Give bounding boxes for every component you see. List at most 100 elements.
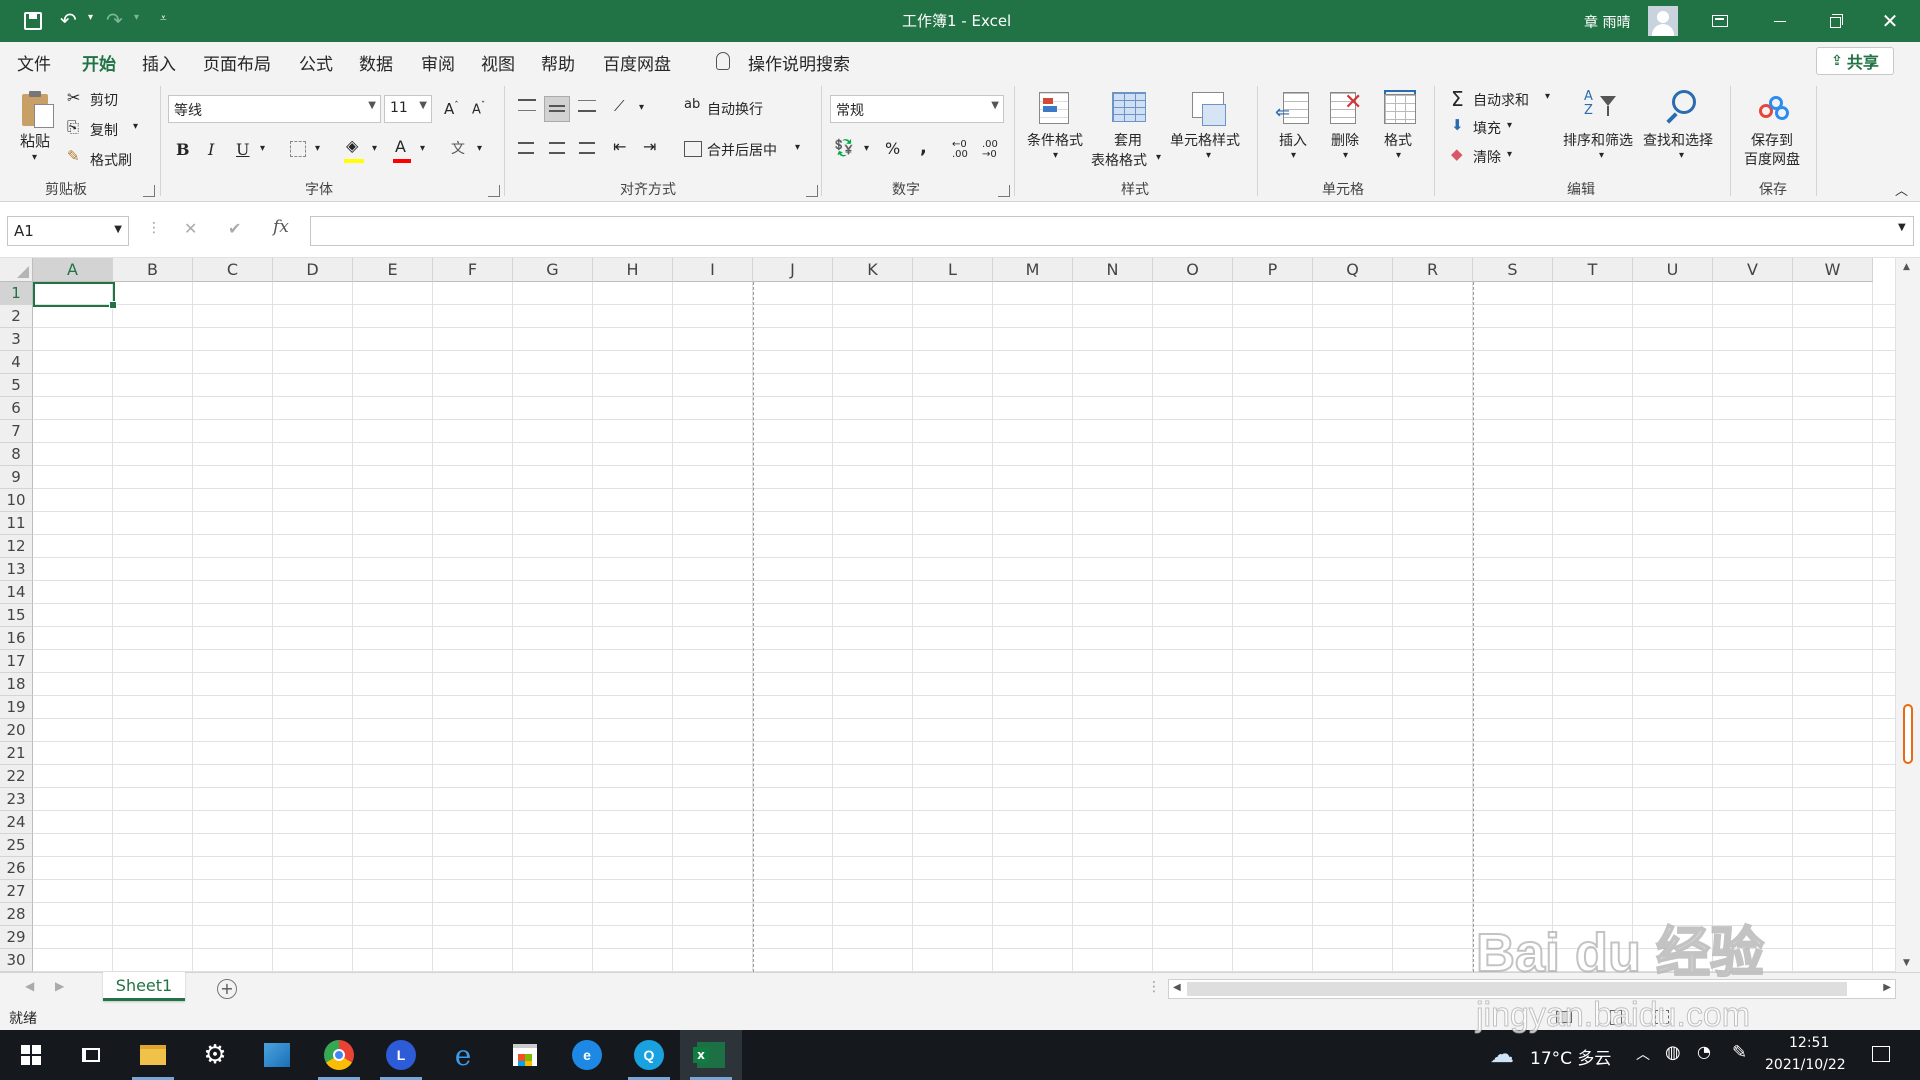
windows-start-icon[interactable] [0, 1030, 62, 1080]
cut-button[interactable]: 剪切 [90, 90, 118, 110]
currency-icon[interactable]: 💱 [834, 138, 854, 157]
horizontal-scrollbar[interactable]: ◀ ▶ [1168, 979, 1896, 999]
scroll-down-icon[interactable]: ▼ [1903, 958, 1910, 968]
row-header[interactable]: 30 [0, 949, 33, 972]
save-icon[interactable] [24, 12, 42, 30]
clear-dropdown-icon[interactable]: ▾ [1507, 149, 1512, 160]
fill-button[interactable]: 填充 [1473, 118, 1501, 138]
font-color-dropdown-icon[interactable]: ▾ [420, 143, 425, 154]
insert-cells-icon[interactable]: ⇐ [1275, 90, 1315, 130]
number-format-combo[interactable]: 常规 ▼ [830, 95, 1004, 123]
border-icon[interactable] [290, 141, 306, 157]
bold-button[interactable]: B [176, 140, 190, 159]
copy-button[interactable]: 复制 [90, 120, 118, 140]
sort-filter-icon[interactable]: AZ [1580, 90, 1620, 130]
column-header[interactable]: J [753, 258, 833, 282]
autosum-dropdown-icon[interactable]: ▾ [1545, 91, 1550, 102]
increase-decimal-icon[interactable]: ←0.00 [952, 140, 968, 160]
column-header[interactable]: P [1233, 258, 1313, 282]
delete-dropdown-icon[interactable]: ▾ [1343, 150, 1348, 161]
row-header[interactable]: 9 [0, 466, 33, 489]
column-header[interactable]: Q [1313, 258, 1393, 282]
align-top-icon[interactable] [518, 99, 536, 111]
find-select-button[interactable]: 查找和选择 [1643, 130, 1713, 150]
row-header[interactable]: 10 [0, 489, 33, 512]
format-as-table-line2[interactable]: 表格格式 [1091, 150, 1147, 170]
row-header[interactable]: 26 [0, 857, 33, 880]
name-box[interactable]: A1 ▼ [7, 216, 129, 246]
insert-dropdown-icon[interactable]: ▾ [1291, 150, 1296, 161]
user-name[interactable]: 章 雨晴 [1584, 12, 1630, 32]
photos-icon[interactable] [246, 1030, 308, 1080]
chrome-icon[interactable] [308, 1030, 370, 1080]
undo-dropdown-icon[interactable]: ▾ [88, 12, 93, 23]
scroll-thumb[interactable] [1903, 704, 1913, 764]
row-header[interactable]: 23 [0, 788, 33, 811]
autosum-button[interactable]: 自动求和 [1473, 90, 1529, 110]
row-header[interactable]: 28 [0, 903, 33, 926]
column-header[interactable]: I [673, 258, 753, 282]
tab-file[interactable]: 文件 [17, 50, 51, 75]
delete-cells-icon[interactable]: ✕ [1328, 90, 1368, 130]
minimize-icon[interactable] [1750, 0, 1810, 42]
row-header[interactable]: 3 [0, 328, 33, 351]
row-header[interactable]: 22 [0, 765, 33, 788]
merge-dropdown-icon[interactable]: ▾ [795, 142, 800, 153]
number-launcher-icon[interactable] [998, 185, 1010, 197]
cell-styles-icon[interactable] [1190, 90, 1230, 130]
underline-dropdown-icon[interactable]: ▾ [260, 143, 265, 154]
phonetic-dropdown-icon[interactable]: ▾ [477, 143, 482, 154]
cell-styles-button[interactable]: 单元格样式 [1170, 130, 1240, 150]
column-header[interactable]: B [113, 258, 193, 282]
column-header[interactable]: F [433, 258, 513, 282]
prev-sheet-icon[interactable]: ◀ [25, 979, 34, 993]
more-options-icon[interactable]: ⋮ [147, 220, 161, 236]
row-header[interactable]: 21 [0, 742, 33, 765]
fill-color-icon[interactable]: ◈ [346, 136, 358, 155]
column-header[interactable]: M [993, 258, 1073, 282]
decrease-indent-icon[interactable]: ⇤ [613, 137, 626, 156]
add-sheet-icon[interactable]: + [217, 979, 237, 999]
orientation-icon[interactable]: ⟋ [614, 97, 625, 115]
column-header[interactable]: V [1713, 258, 1793, 282]
notification-icon[interactable] [1872, 1046, 1890, 1062]
column-header[interactable]: W [1793, 258, 1873, 282]
column-header[interactable]: N [1073, 258, 1153, 282]
conditional-formatting-icon[interactable] [1037, 90, 1077, 130]
row-header[interactable]: 1 [0, 282, 33, 305]
scroll-thumb[interactable] [1187, 982, 1847, 996]
select-all-corner[interactable] [0, 258, 33, 282]
row-header[interactable]: 7 [0, 420, 33, 443]
column-header[interactable]: O [1153, 258, 1233, 282]
row-header[interactable]: 12 [0, 535, 33, 558]
tab-split-handle[interactable]: ⋮ [1147, 979, 1161, 995]
format-painter-button[interactable]: 格式刷 [90, 150, 132, 170]
conditional-formatting-button[interactable]: 条件格式 [1027, 130, 1083, 150]
worksheet-grid[interactable]: ABCDEFGHIJKLMNOPQRSTUVW 1 2 3 4 5 6 7 8 9 10 11 12 1… [0, 258, 1920, 972]
weather-text[interactable]: 17°C 多云 [1530, 1044, 1611, 1069]
row-header[interactable]: 16 [0, 627, 33, 650]
column-header[interactable]: R [1393, 258, 1473, 282]
row-header[interactable]: 20 [0, 719, 33, 742]
fill-dropdown-icon[interactable]: ▾ [1507, 120, 1512, 131]
row-header[interactable]: 4 [0, 351, 33, 374]
fill-color-dropdown-icon[interactable]: ▾ [372, 143, 377, 154]
tab-data[interactable]: 数据 [359, 50, 393, 75]
wrap-text-button[interactable]: 自动换行 [707, 99, 763, 119]
align-middle-icon[interactable] [544, 96, 570, 122]
tab-view[interactable]: 视图 [481, 50, 515, 75]
grow-font-icon[interactable]: Aˆ [444, 100, 459, 118]
page-break-view-icon[interactable] [1655, 1010, 1669, 1024]
row-header[interactable]: 25 [0, 834, 33, 857]
font-launcher-icon[interactable] [488, 185, 500, 197]
avatar[interactable] [1648, 6, 1678, 36]
align-center-icon[interactable] [549, 142, 565, 154]
align-bottom-icon[interactable] [578, 100, 596, 112]
tell-me-search[interactable]: 操作说明搜索 [748, 50, 850, 75]
search-app-icon[interactable]: Q [618, 1030, 680, 1080]
row-header[interactable]: 6 [0, 397, 33, 420]
format-as-table-line1[interactable]: 套用 [1114, 130, 1142, 150]
column-header[interactable]: G [513, 258, 593, 282]
column-header[interactable]: U [1633, 258, 1713, 282]
cancel-entry-icon[interactable]: ✕ [184, 219, 197, 238]
